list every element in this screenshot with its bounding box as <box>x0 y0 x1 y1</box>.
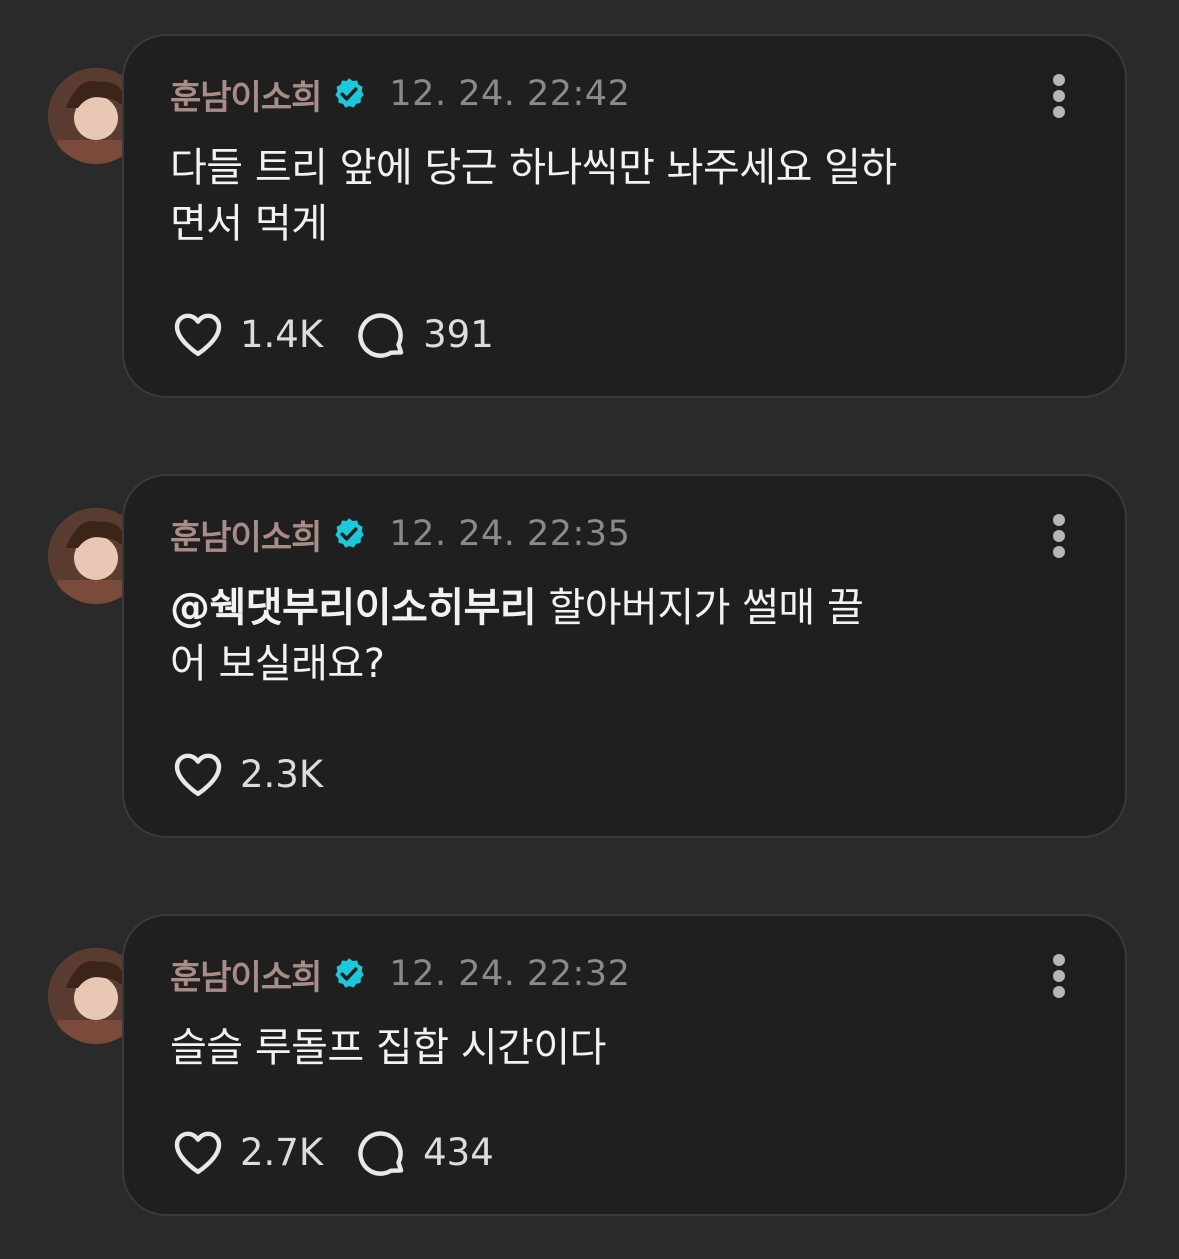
post-body: 다들 트리 앞에 당근 하나씩만 놔주세요 일하면서 먹게 <box>170 145 897 247</box>
post-card[interactable]: 훈남이소희 12. 24. 22:35 @쉑댓부리이소히부리 할아버지가 썰매 … <box>122 474 1127 838</box>
post-header: 훈남이소희 12. 24. 22:42 <box>170 70 630 118</box>
like-count: 2.7K <box>240 1130 324 1174</box>
username[interactable]: 훈남이소희 <box>170 70 322 119</box>
post-text: 슬슬 루돌프 집합 시간이다 <box>170 1020 930 1076</box>
post-actions: 1.4K 391 <box>170 306 524 362</box>
timestamp: 12. 24. 22:42 <box>389 74 631 114</box>
comment-bubble-icon[interactable] <box>353 306 409 362</box>
timestamp: 12. 24. 22:35 <box>389 514 631 554</box>
verified-badge-icon <box>331 516 367 552</box>
heart-icon[interactable] <box>170 1124 226 1180</box>
more-vertical-icon[interactable] <box>1049 954 1069 998</box>
post-body: 슬슬 루돌프 집합 시간이다 <box>170 1025 606 1071</box>
comment-bubble-icon[interactable] <box>353 1124 409 1180</box>
like-count: 1.4K <box>240 312 324 356</box>
more-vertical-icon[interactable] <box>1049 514 1069 558</box>
post-card[interactable]: 훈남이소희 12. 24. 22:32 슬슬 루돌프 집합 시간이다 2.7K … <box>122 914 1127 1216</box>
like-count: 2.3K <box>240 752 324 796</box>
post-header: 훈남이소희 12. 24. 22:32 <box>170 950 630 998</box>
heart-icon[interactable] <box>170 306 226 362</box>
username[interactable]: 훈남이소희 <box>170 510 322 559</box>
username[interactable]: 훈남이소희 <box>170 950 322 999</box>
post-card[interactable]: 훈남이소희 12. 24. 22:42 다들 트리 앞에 당근 하나씩만 놔주세… <box>122 34 1127 398</box>
verified-badge-icon <box>331 76 367 112</box>
post-text: @쉑댓부리이소히부리 할아버지가 썰매 끌어 보실래요? <box>170 580 890 692</box>
post-actions: 2.7K 434 <box>170 1124 524 1180</box>
post-header: 훈남이소희 12. 24. 22:35 <box>170 510 630 558</box>
comment-count: 391 <box>423 312 494 356</box>
comment-count: 434 <box>423 1130 494 1174</box>
more-vertical-icon[interactable] <box>1049 74 1069 118</box>
post-actions: 2.3K <box>170 746 353 802</box>
post-text: 다들 트리 앞에 당근 하나씩만 놔주세요 일하면서 먹게 <box>170 140 930 252</box>
timestamp: 12. 24. 22:32 <box>389 954 631 994</box>
heart-icon[interactable] <box>170 746 226 802</box>
mention-link[interactable]: @쉑댓부리이소히부리 <box>170 585 537 631</box>
verified-badge-icon <box>331 956 367 992</box>
